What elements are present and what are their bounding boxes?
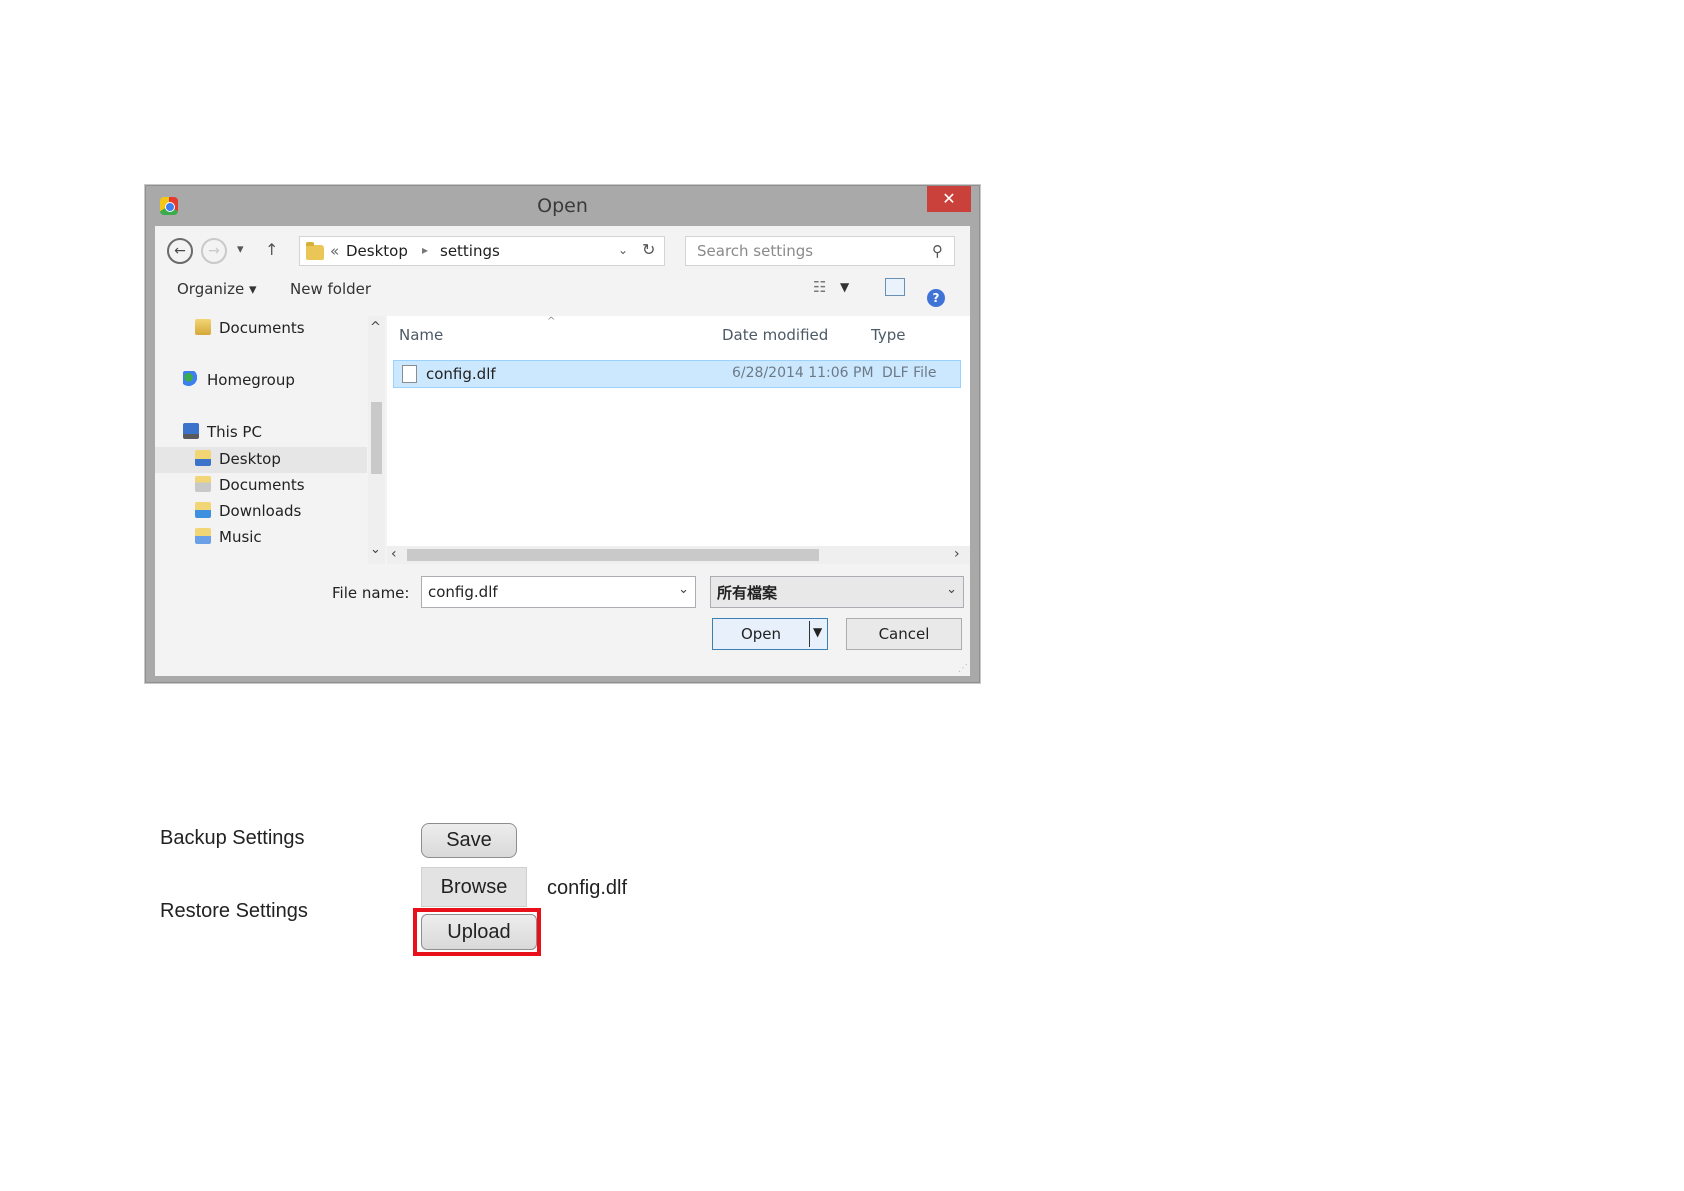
split-divider (809, 621, 810, 647)
nav-item-music[interactable]: Music (195, 528, 262, 546)
chevron-down-icon[interactable]: ⌄ (946, 582, 957, 597)
documents-folder-icon (195, 476, 211, 492)
address-bar[interactable]: « Desktop ▸ settings ⌄ ↻ (299, 236, 665, 266)
recent-locations-chevron-icon[interactable]: ▾ (237, 242, 244, 257)
breadcrumb-settings[interactable]: settings (440, 242, 500, 260)
nav-item-desktop[interactable]: Desktop (155, 447, 367, 473)
back-arrow-icon[interactable]: ← (167, 238, 193, 264)
downloads-folder-icon (195, 502, 211, 518)
save-button[interactable]: Save (421, 823, 517, 858)
nav-item-label: Desktop (219, 450, 281, 468)
nav-item-label: This PC (207, 423, 262, 441)
navigation-pane-scrollbar[interactable]: ^ ⌄ (368, 316, 385, 564)
file-name-field[interactable]: config.dlf ⌄ (421, 576, 696, 608)
dialog-client-area: ← → ▾ ↑ « Desktop ▸ settings ⌄ ↻ Search … (155, 226, 970, 676)
scroll-down-icon[interactable]: ⌄ (370, 542, 381, 557)
breadcrumb-desktop[interactable]: Desktop (346, 242, 408, 260)
navigation-pane[interactable]: Documents Homegroup This PC Desktop Docu… (155, 316, 367, 564)
forward-arrow-icon[interactable]: → (201, 238, 227, 264)
folder-icon (306, 242, 324, 260)
up-arrow-icon[interactable]: ↑ (265, 240, 278, 259)
nav-item-documents[interactable]: Documents (195, 476, 305, 494)
nav-item-label: Documents (219, 476, 305, 494)
chevron-down-icon[interactable]: ⌄ (678, 582, 689, 597)
computer-icon (183, 423, 199, 439)
new-folder-button[interactable]: New folder (290, 280, 371, 298)
desktop-folder-icon (195, 450, 211, 466)
scroll-up-icon[interactable]: ^ (370, 320, 381, 335)
file-name: config.dlf (426, 365, 496, 383)
scroll-left-icon[interactable]: ‹ (391, 546, 397, 562)
file-row[interactable]: config.dlf 6/28/2014 11:06 PM DLF File (393, 360, 961, 388)
help-icon[interactable]: ? (927, 289, 945, 307)
homegroup-icon (183, 371, 199, 387)
dialog-title: Open (537, 195, 588, 217)
cancel-button[interactable]: Cancel (846, 618, 962, 650)
nav-item-documents-top[interactable]: Documents (195, 319, 305, 337)
folder-icon (195, 319, 211, 335)
column-header-date-modified[interactable]: Date modified (722, 326, 828, 344)
file-name-value[interactable]: config.dlf (428, 583, 498, 601)
file-date-modified: 6/28/2014 11:06 PM (732, 365, 874, 381)
organize-button[interactable]: Organize ▾ (177, 280, 257, 298)
view-options-chevron-icon[interactable]: ▼ (840, 280, 849, 294)
nav-item-this-pc[interactable]: This PC (183, 423, 262, 441)
music-folder-icon (195, 528, 211, 544)
scroll-right-icon[interactable]: › (954, 546, 960, 562)
chosen-file-name: config.dlf (547, 877, 628, 899)
open-file-dialog: Open ✕ ← → ▾ ↑ « Desktop ▸ settings ⌄ ↻ … (145, 185, 980, 683)
file-icon (402, 365, 417, 383)
file-type: DLF File (882, 365, 937, 381)
resize-grip-icon[interactable]: ⋰ (958, 663, 968, 674)
scrollbar-thumb[interactable] (371, 402, 382, 474)
scrollbar-thumb[interactable] (407, 549, 819, 561)
search-box[interactable]: Search settings ⚲ (685, 236, 955, 266)
column-header-name[interactable]: Name (399, 326, 443, 344)
open-options-chevron-icon[interactable]: ▼ (813, 625, 822, 639)
file-name-label: File name: (332, 584, 410, 602)
nav-item-label: Music (219, 528, 262, 546)
browse-button[interactable]: Browse (421, 867, 527, 907)
open-button[interactable]: Open ▼ (712, 618, 828, 650)
dialog-titlebar[interactable]: Open ✕ (146, 186, 979, 226)
refresh-icon[interactable]: ↻ (642, 240, 655, 259)
backup-settings-label: Backup Settings (160, 827, 305, 849)
column-header-type[interactable]: Type (871, 326, 905, 344)
breadcrumb-overflow-icon[interactable]: « (330, 242, 339, 260)
file-list-horizontal-scrollbar[interactable]: ‹ › (387, 546, 970, 564)
file-list[interactable]: ^ Name Date modified Type config.dlf 6/2… (387, 316, 970, 564)
file-type-filter-value: 所有檔案 (717, 584, 778, 602)
nav-item-downloads[interactable]: Downloads (195, 502, 301, 520)
upload-highlight-box (413, 908, 541, 956)
breadcrumb-separator-icon[interactable]: ▸ (422, 243, 428, 257)
restore-settings-label: Restore Settings (160, 900, 308, 922)
address-history-chevron-icon[interactable]: ⌄ (618, 243, 628, 257)
nav-item-label: Documents (219, 319, 305, 337)
file-type-filter-select[interactable]: 所有檔案 ⌄ (710, 576, 964, 608)
close-button[interactable]: ✕ (927, 186, 971, 212)
preview-pane-icon[interactable] (885, 278, 905, 296)
nav-item-homegroup[interactable]: Homegroup (183, 371, 295, 389)
sort-ascending-icon: ^ (547, 316, 556, 327)
open-button-label: Open (740, 625, 782, 643)
view-options-icon[interactable]: ☷ (813, 278, 826, 296)
search-icon[interactable]: ⚲ (932, 242, 943, 260)
nav-item-label: Homegroup (207, 371, 295, 389)
nav-item-label: Downloads (219, 502, 302, 520)
search-input[interactable]: Search settings (697, 242, 813, 260)
